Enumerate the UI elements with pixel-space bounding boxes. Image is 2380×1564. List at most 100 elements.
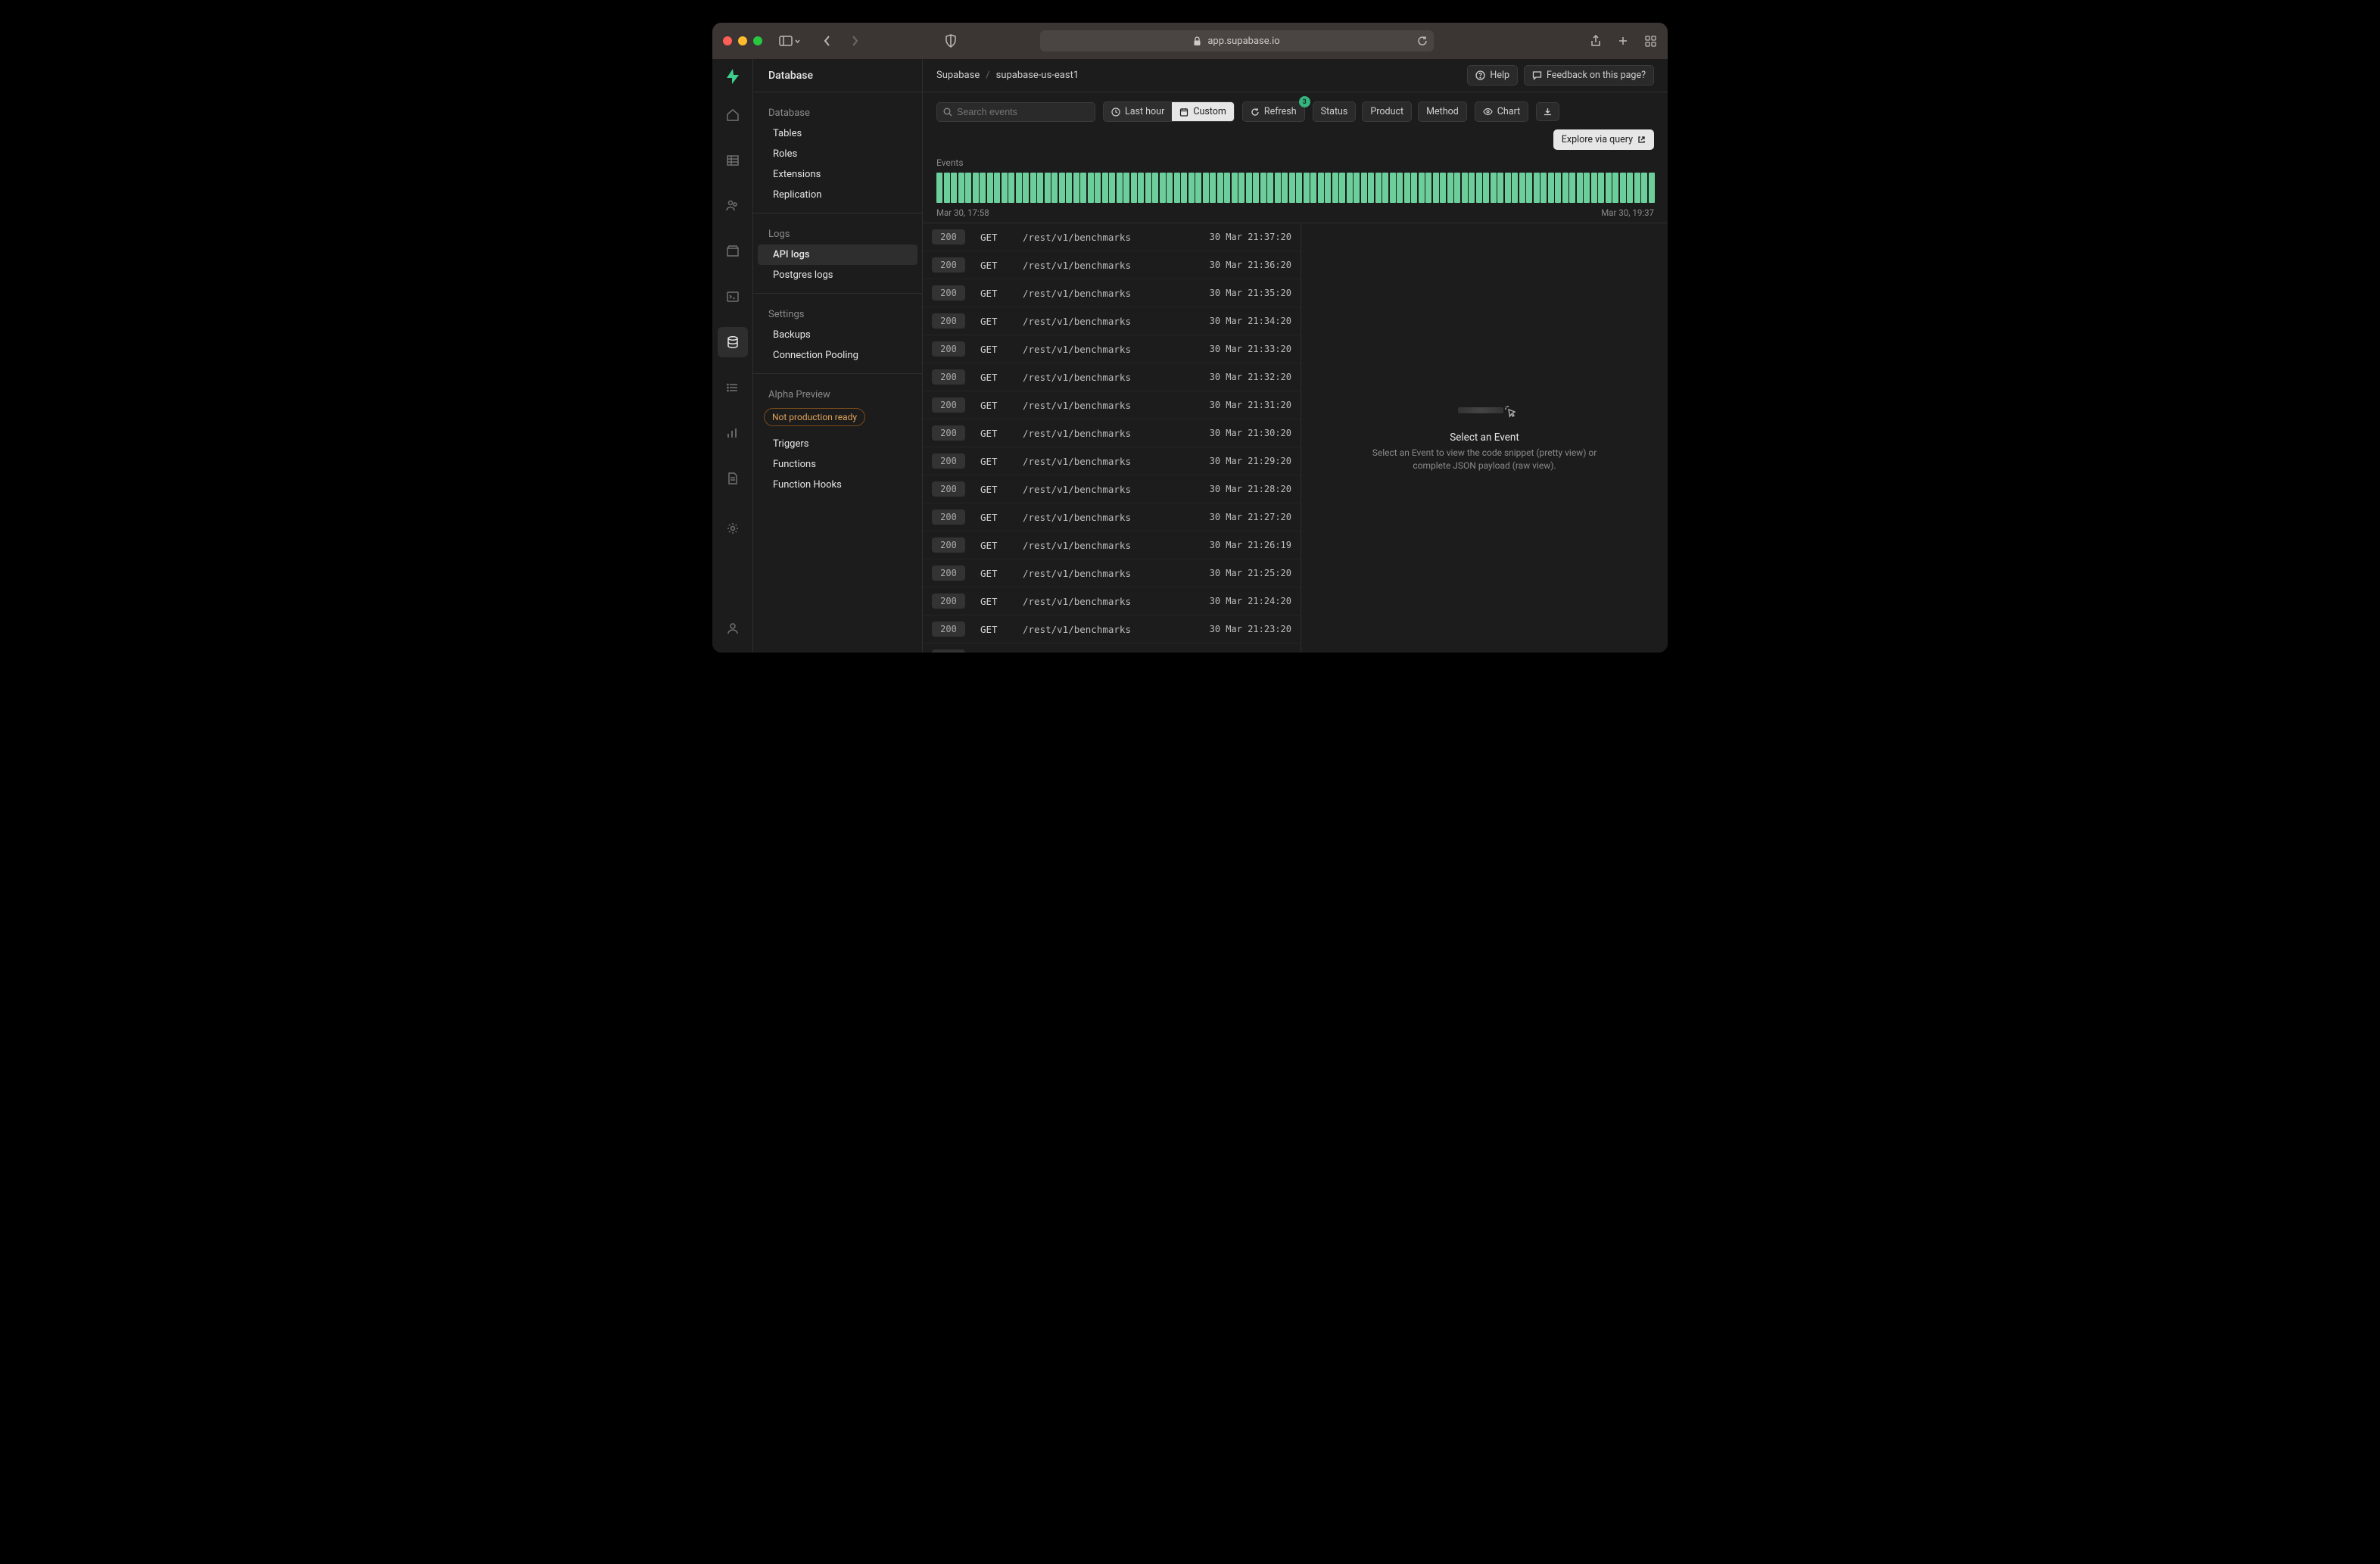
chart-bar[interactable]	[1491, 173, 1497, 203]
supabase-logo[interactable]	[724, 68, 741, 85]
filter-method-button[interactable]: Method	[1418, 101, 1467, 122]
new-tab-icon[interactable]	[1616, 34, 1630, 48]
log-row[interactable]: 200GET/rest/v1/benchmarks30 Mar 21:35:20	[923, 279, 1301, 307]
rail-account-icon[interactable]	[718, 613, 748, 643]
chart-bar[interactable]	[1238, 173, 1245, 203]
filter-product-button[interactable]: Product	[1362, 101, 1412, 122]
sidebar-item-backups[interactable]: Backups	[758, 325, 917, 345]
sidebar-item-roles[interactable]: Roles	[758, 144, 917, 164]
chart-bar[interactable]	[1332, 173, 1338, 203]
chart-bar[interactable]	[1210, 173, 1216, 203]
chart-bars[interactable]	[936, 173, 1654, 203]
chart-bar[interactable]	[1080, 173, 1086, 203]
chart-bar[interactable]	[1296, 173, 1302, 203]
log-row[interactable]: 200GET/rest/v1/benchmarks30 Mar 21:30:20	[923, 419, 1301, 447]
chart-bar[interactable]	[1382, 173, 1388, 203]
chart-bar[interactable]	[1008, 173, 1014, 203]
chart-bar[interactable]	[1030, 173, 1036, 203]
chart-bar[interactable]	[1526, 173, 1532, 203]
chart-bar[interactable]	[1002, 173, 1008, 203]
chart-bar[interactable]	[1260, 173, 1266, 203]
chart-bar[interactable]	[1109, 173, 1115, 203]
close-window-button[interactable]	[723, 36, 732, 45]
chart-bar[interactable]	[1253, 173, 1259, 203]
chart-bar[interactable]	[1045, 173, 1051, 203]
chart-bar[interactable]	[1246, 173, 1252, 203]
chart-bar[interactable]	[1224, 173, 1230, 203]
chart-bar[interactable]	[1217, 173, 1223, 203]
chart-bar[interactable]	[1606, 173, 1612, 203]
log-row[interactable]: 200GET/rest/v1/benchmarks30 Mar 21:32:20	[923, 363, 1301, 391]
sidebar-toggle-button[interactable]	[779, 36, 801, 46]
chart-bar[interactable]	[1411, 173, 1417, 203]
chart-bar[interactable]	[1289, 173, 1295, 203]
chart-bar[interactable]	[1620, 173, 1626, 203]
chart-bar[interactable]	[1102, 173, 1108, 203]
chart-bar[interactable]	[1123, 173, 1129, 203]
rail-database-icon[interactable]	[718, 327, 748, 357]
chart-bar[interactable]	[973, 173, 979, 203]
sidebar-item-function-hooks[interactable]: Function Hooks	[758, 475, 917, 495]
chart-bar[interactable]	[1483, 173, 1489, 203]
rail-sql-icon[interactable]	[718, 282, 748, 312]
rail-settings-icon[interactable]	[718, 513, 748, 544]
search-input[interactable]	[936, 102, 1095, 122]
chart-bar[interactable]	[1598, 173, 1604, 203]
chart-bar[interactable]	[1433, 173, 1439, 203]
chart-bar[interactable]	[1059, 173, 1065, 203]
chart-bar[interactable]	[1397, 173, 1403, 203]
log-list[interactable]: 200GET/rest/v1/benchmarks30 Mar 21:37:20…	[923, 223, 1301, 653]
chart-bar[interactable]	[1181, 173, 1187, 203]
chart-bar[interactable]	[951, 173, 957, 203]
log-row[interactable]: 200GET/rest/v1/benchmarks30 Mar 21:26:19	[923, 531, 1301, 559]
chart-bar[interactable]	[1584, 173, 1590, 203]
help-button[interactable]: Help	[1467, 65, 1518, 86]
chart-bar[interactable]	[1505, 173, 1511, 203]
chart-bar[interactable]	[1325, 173, 1331, 203]
chart-bar[interactable]	[1425, 173, 1431, 203]
chart-bar[interactable]	[1073, 173, 1079, 203]
chart-bar[interactable]	[1519, 173, 1525, 203]
chart-bar[interactable]	[958, 173, 964, 203]
privacy-shield-icon[interactable]	[944, 34, 958, 48]
chart-bar[interactable]	[1462, 173, 1468, 203]
chart-bar[interactable]	[1145, 173, 1151, 203]
chart-bar[interactable]	[1088, 173, 1094, 203]
chart-bar[interactable]	[1037, 173, 1043, 203]
explore-via-query-button[interactable]: Explore via query	[1553, 129, 1654, 150]
chart-bar[interactable]	[1152, 173, 1158, 203]
chart-bar[interactable]	[1447, 173, 1453, 203]
chart-bar[interactable]	[1023, 173, 1029, 203]
chart-bar[interactable]	[1267, 173, 1273, 203]
chart-bar[interactable]	[1174, 173, 1180, 203]
refresh-button[interactable]: Refresh	[1242, 101, 1305, 122]
chart-bar[interactable]	[1634, 173, 1640, 203]
chart-bar[interactable]	[1569, 173, 1575, 203]
chart-bar[interactable]	[1131, 173, 1137, 203]
log-row[interactable]: 200GET/rest/v1/benchmarks30 Mar 21:37:20	[923, 223, 1301, 251]
log-row[interactable]: 200GET/rest/v1/benchmarks30 Mar 21:25:20	[923, 559, 1301, 587]
chart-bar[interactable]	[1404, 173, 1410, 203]
share-icon[interactable]	[1589, 34, 1603, 48]
chart-bar[interactable]	[1454, 173, 1460, 203]
log-row[interactable]: 200GET/rest/v1/benchmarks30 Mar 21:28:20	[923, 475, 1301, 503]
filter-status-button[interactable]: Status	[1313, 101, 1357, 122]
maximize-window-button[interactable]	[753, 36, 762, 45]
download-button[interactable]	[1536, 102, 1559, 121]
chart-bar[interactable]	[1347, 173, 1353, 203]
chart-bar[interactable]	[1310, 173, 1316, 203]
sidebar-item-tables[interactable]: Tables	[758, 123, 917, 144]
chart-bar[interactable]	[1361, 173, 1367, 203]
rail-home-icon[interactable]	[718, 100, 748, 130]
chart-bar[interactable]	[1275, 173, 1281, 203]
log-row[interactable]: 200GET/rest/v1/benchmarks30 Mar 21:34:20	[923, 307, 1301, 335]
chart-bar[interactable]	[1641, 173, 1647, 203]
chart-bar[interactable]	[1304, 173, 1310, 203]
sidebar-item-triggers[interactable]: Triggers	[758, 434, 917, 454]
chart-bar[interactable]	[1282, 173, 1288, 203]
chart-bar[interactable]	[1160, 173, 1166, 203]
rail-list-icon[interactable]	[718, 372, 748, 403]
tab-overview-icon[interactable]	[1643, 34, 1657, 48]
chart-bar[interactable]	[1066, 173, 1072, 203]
chart-bar[interactable]	[1232, 173, 1238, 203]
